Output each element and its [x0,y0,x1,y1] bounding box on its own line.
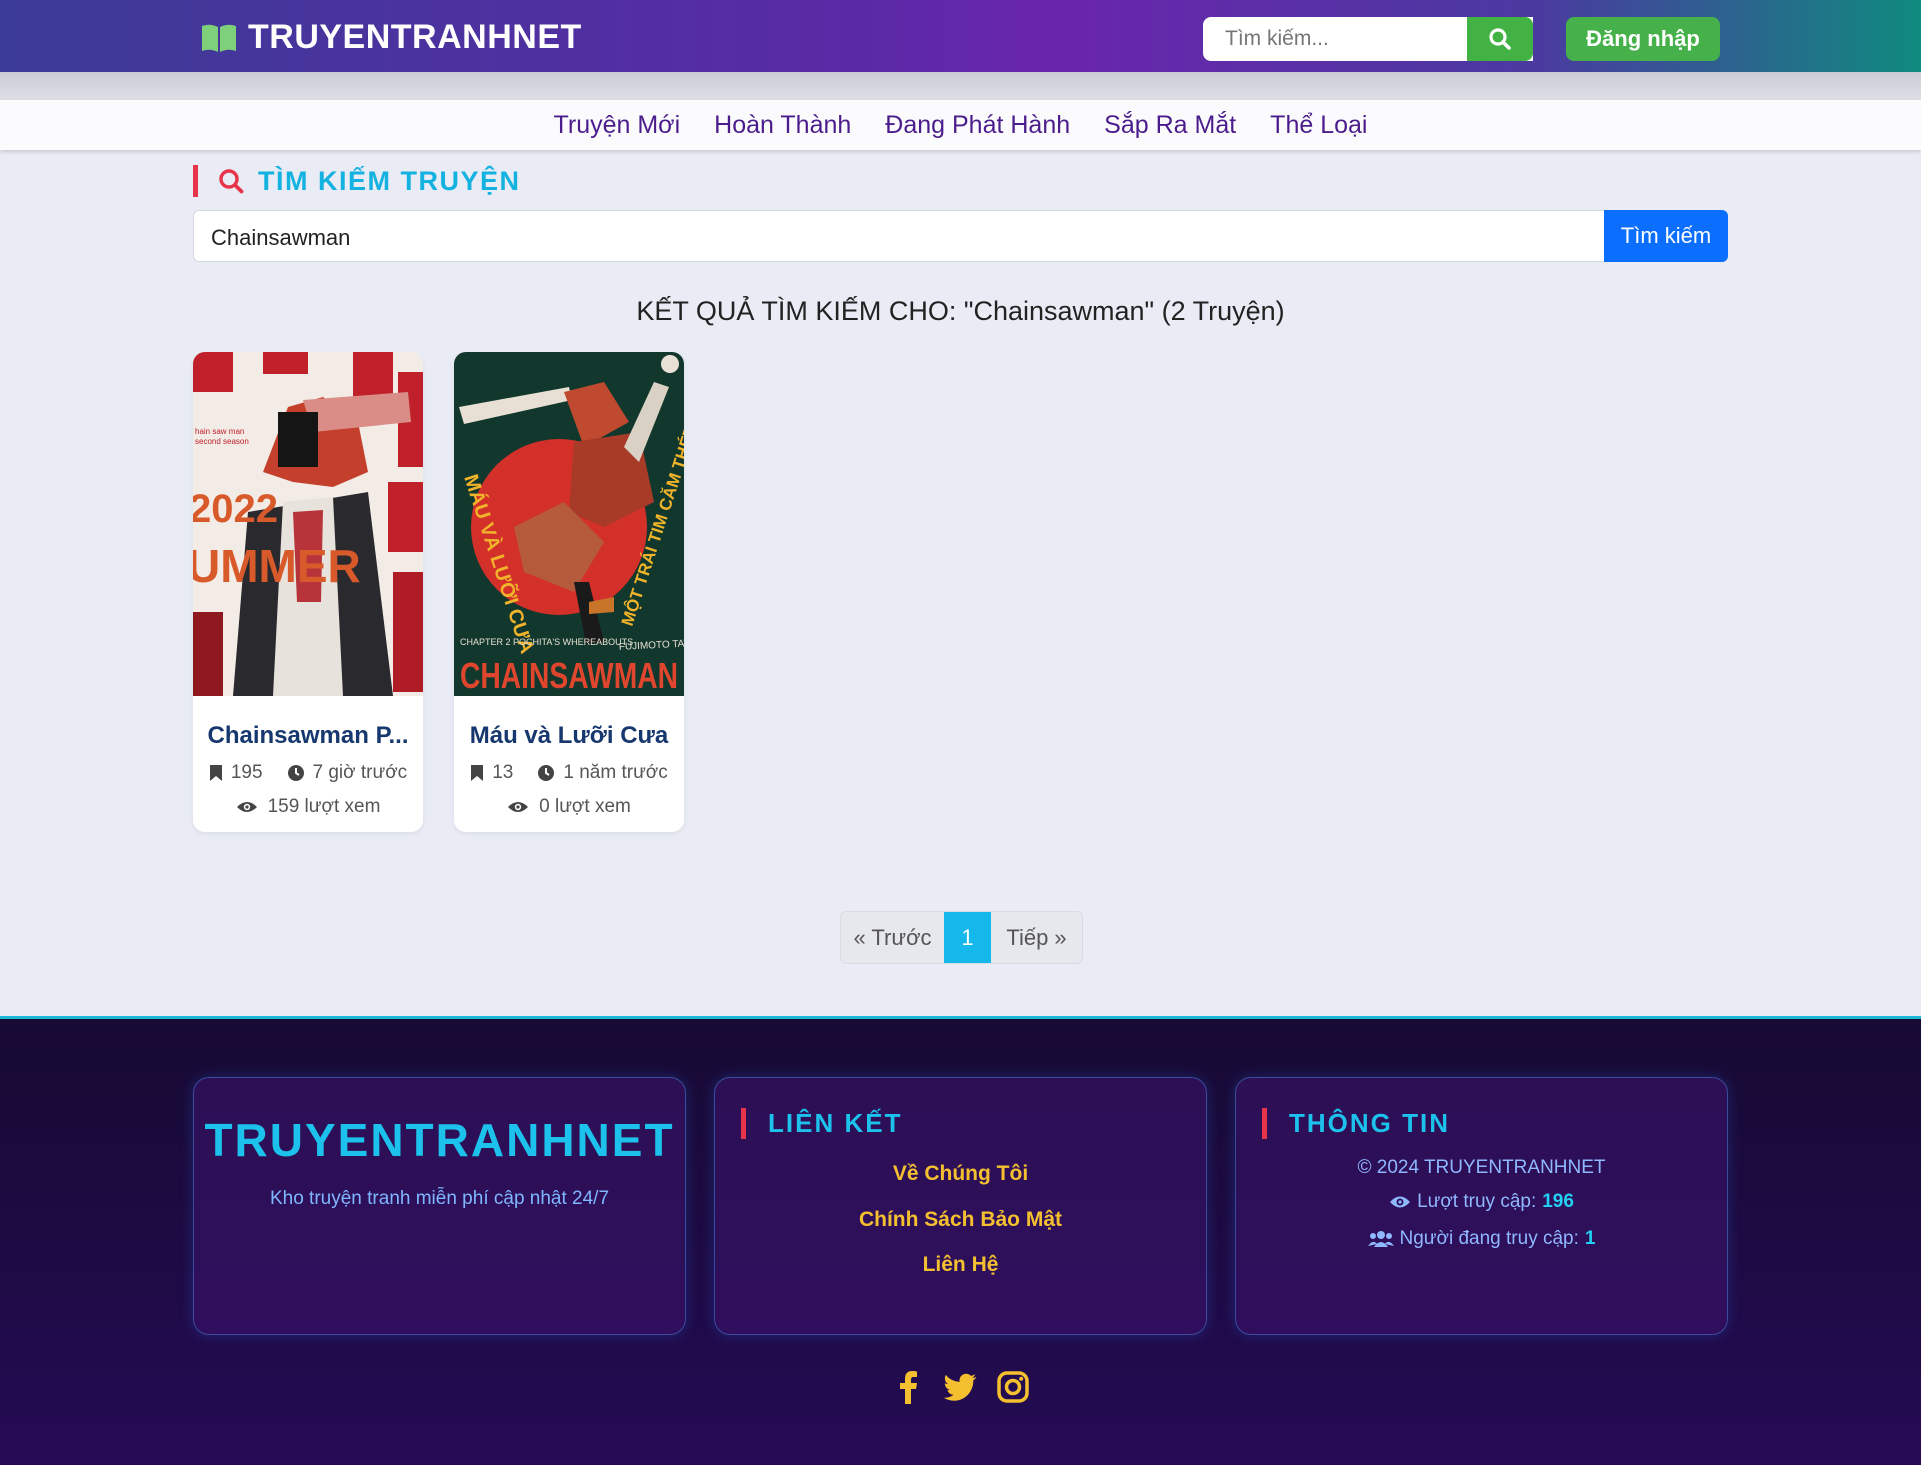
results-heading: KẾT QUẢ TÌM KIẾM CHO: "Chainsawman" (2 T… [636,296,1285,326]
pagination-prev[interactable]: « Trước [841,912,944,963]
footer-visits: Lượt truy cập: 196 [1236,1191,1727,1213]
view-count: 0 lượt xem [454,796,684,818]
main-nav: Truyện Mới Hoàn Thành Đang Phát Hành Sắp… [0,100,1921,150]
footer-info-heading-text: THÔNG TIN [1289,1108,1450,1138]
clock-icon [287,765,304,781]
footer-links-heading-text: LIÊN KẾT [768,1108,903,1138]
svg-text:hain saw man: hain saw man [195,427,244,436]
footer-link-privacy[interactable]: Chính Sách Bảo Mật [715,1208,1206,1232]
heading-accent-bar [193,165,198,197]
book-icon [202,24,236,52]
twitter-icon[interactable] [942,1370,978,1404]
comic-meta: 13 1 năm trước [454,762,684,784]
svg-text:UMMER: UMMER [193,540,361,592]
pagination-page-current[interactable]: 1 [944,912,991,963]
updated-time: 7 giờ trước [287,762,408,784]
header-search-button[interactable] [1467,17,1533,61]
heading-accent-bar [741,1108,746,1139]
footer-visits-value: 196 [1542,1191,1574,1212]
eye-icon [508,802,529,812]
facebook-icon[interactable] [892,1370,924,1404]
footer-online-label: Người đang truy cập: [1399,1228,1579,1249]
updated-time-value: 1 năm trước [563,762,668,783]
eye-icon [236,802,257,812]
nav-item-upcoming[interactable]: Sắp Ra Mắt [1104,111,1236,140]
comic-card[interactable]: MÁU VÀ LƯỠI CƯA MỘT TRÁI TIM CĂM THÉT CH… [454,352,684,832]
chapter-count-value: 195 [230,762,263,783]
site-brand-text: TRUYENTRANHNET [248,18,582,56]
header-divider [0,72,1921,100]
footer: TRUYENTRANHNET Kho truyện tranh miễn phí… [0,1016,1921,1465]
footer-link-about[interactable]: Về Chúng Tôi [715,1162,1206,1186]
footer-visits-label: Lượt truy cập: [1417,1191,1537,1212]
svg-text:2022: 2022 [193,487,278,531]
svg-text:CHAPTER 2 POCHITA'S WHEREABOUT: CHAPTER 2 POCHITA'S WHEREABOUTS [460,637,633,647]
search-icon [219,169,244,194]
instagram-icon[interactable] [996,1370,1030,1404]
updated-time: 1 năm trước [537,762,668,784]
pagination: « Trước 1 Tiếp » [840,911,1083,964]
site-logo[interactable]: TRUYENTRANHNET [200,18,582,57]
footer-online: Người đang truy cập: 1 [1236,1228,1727,1250]
view-count-value: 159 lượt xem [267,796,381,817]
comic-cover-image[interactable]: MÁU VÀ LƯỠI CƯA MỘT TRÁI TIM CĂM THÉT CH… [454,352,684,696]
footer-online-value: 1 [1584,1228,1596,1249]
nav-item-completed[interactable]: Hoàn Thành [714,111,851,140]
search-section-heading: TÌM KIẾM TRUYỆN [193,165,521,197]
footer-links-heading: LIÊN KẾT [741,1108,902,1139]
nav-item-genres[interactable]: Thể Loại [1270,111,1367,140]
footer-brand-box: TRUYENTRANHNET Kho truyện tranh miễn phí… [193,1077,686,1335]
view-count-value: 0 lượt xem [539,796,631,817]
footer-tagline: Kho truyện tranh miễn phí cập nhật 24/7 [269,1188,610,1209]
footer-copyright: © 2024 TRUYENTRANHNET [1236,1157,1727,1179]
footer-brand: TRUYENTRANHNET [204,1114,675,1166]
social-links [0,1370,1921,1404]
clock-icon [538,765,555,781]
page-title: TÌM KIẾM TRUYỆN [258,165,521,196]
bookmark-icon [471,765,484,781]
chapter-count: 13 [470,762,513,784]
chapter-count-value: 13 [492,762,514,783]
chapter-count: 195 [209,762,263,784]
footer-info-heading: THÔNG TIN [1262,1108,1450,1139]
login-button[interactable]: Đăng nhập [1566,17,1720,61]
footer-info-box: THÔNG TIN © 2024 TRUYENTRANHNET Lượt tru… [1235,1077,1728,1335]
bookmark-icon [209,765,222,781]
comic-cover-image[interactable]: hain saw man second season 2022 UMMER [193,352,423,696]
svg-text:CHAINSAWMAN: CHAINSAWMAN [460,655,678,696]
updated-time-value: 7 giờ trước [312,762,408,783]
comic-card[interactable]: hain saw man second season 2022 UMMER Ch… [193,352,423,832]
search-button[interactable]: Tìm kiếm [1604,210,1728,262]
users-icon [1367,1231,1394,1247]
footer-link-contact[interactable]: Liên Hệ [715,1253,1206,1277]
top-navbar: TRUYENTRANHNET Đăng nhập [0,0,1921,72]
footer-links-box: LIÊN KẾT Về Chúng Tôi Chính Sách Bảo Mật… [714,1077,1207,1335]
comic-meta: 195 7 giờ trước [193,762,423,784]
nav-item-ongoing[interactable]: Đang Phát Hành [885,111,1070,140]
svg-text:second season: second season [195,437,249,446]
footer-copyright-text: © 2024 TRUYENTRANHNET [1357,1157,1606,1178]
heading-accent-bar [1262,1108,1267,1139]
view-count: 159 lượt xem [193,796,423,818]
comic-title[interactable]: Chainsawman P... [193,722,423,750]
eye-icon [1390,1196,1411,1208]
pagination-next[interactable]: Tiếp » [991,912,1082,963]
nav-item-new[interactable]: Truyện Mới [554,111,681,140]
search-icon [1489,28,1511,50]
search-input[interactable]: Chainsawman [193,210,1605,262]
comic-title[interactable]: Máu và Lưỡi Cưa [454,722,684,750]
